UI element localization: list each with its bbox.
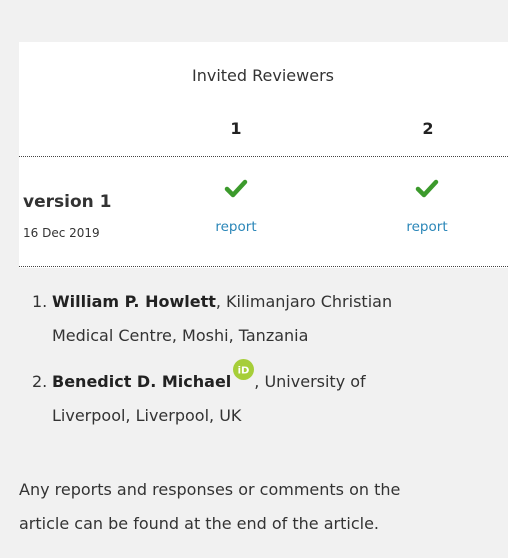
version-date: 16 Dec 2019 xyxy=(23,226,100,240)
list-item-number: 2. xyxy=(32,372,48,391)
list-item: 1. William P. Howlett, Kilimanjaro Chris… xyxy=(32,285,492,353)
version-label: version 1 xyxy=(23,192,112,212)
svg-text:iD: iD xyxy=(238,366,250,377)
reviewer-name: Benedict D. Michael xyxy=(52,372,232,391)
reviewer-status-panel: Invited Reviewers 1 2 version 1 16 Dec 2… xyxy=(0,0,508,558)
reviewer-name: William P. Howlett xyxy=(52,292,216,311)
reviewer-affiliation-cont: Liverpool, Liverpool, UK xyxy=(52,406,242,425)
checkmark-icon xyxy=(221,178,251,200)
checkmark-icon xyxy=(412,178,442,200)
reviewer-2-report-link[interactable]: report xyxy=(392,219,462,235)
list-item-number: 1. xyxy=(32,292,48,311)
orcid-icon[interactable]: iD xyxy=(233,359,255,380)
reviewer-affiliation: , Kilimanjaro Christian xyxy=(215,292,393,311)
reviewer-affiliation-cont: Medical Centre, Moshi, Tanzania xyxy=(52,326,309,345)
reviewer-column-2: 2 xyxy=(422,119,434,138)
reports-note-line2: article can be found at the end of the a… xyxy=(19,514,379,533)
reviewers-table: Invited Reviewers 1 2 version 1 16 Dec 2… xyxy=(19,42,508,268)
reviewer-list: 1. William P. Howlett, Kilimanjaro Chris… xyxy=(32,285,492,433)
reports-note: Any reports and responses or comments on… xyxy=(19,473,499,541)
reviewer-column-1: 1 xyxy=(230,119,242,138)
table-divider-bottom xyxy=(19,266,508,267)
reports-note-line1: Any reports and responses or comments on… xyxy=(19,480,401,499)
list-item: 2. Benedict D. Michael iD, University of … xyxy=(32,359,492,433)
reviewer-1-report-link[interactable]: report xyxy=(201,219,271,235)
table-divider-top xyxy=(19,156,508,157)
invited-reviewers-heading: Invited Reviewers xyxy=(192,66,334,85)
reviewer-affiliation: , University of xyxy=(254,372,366,391)
